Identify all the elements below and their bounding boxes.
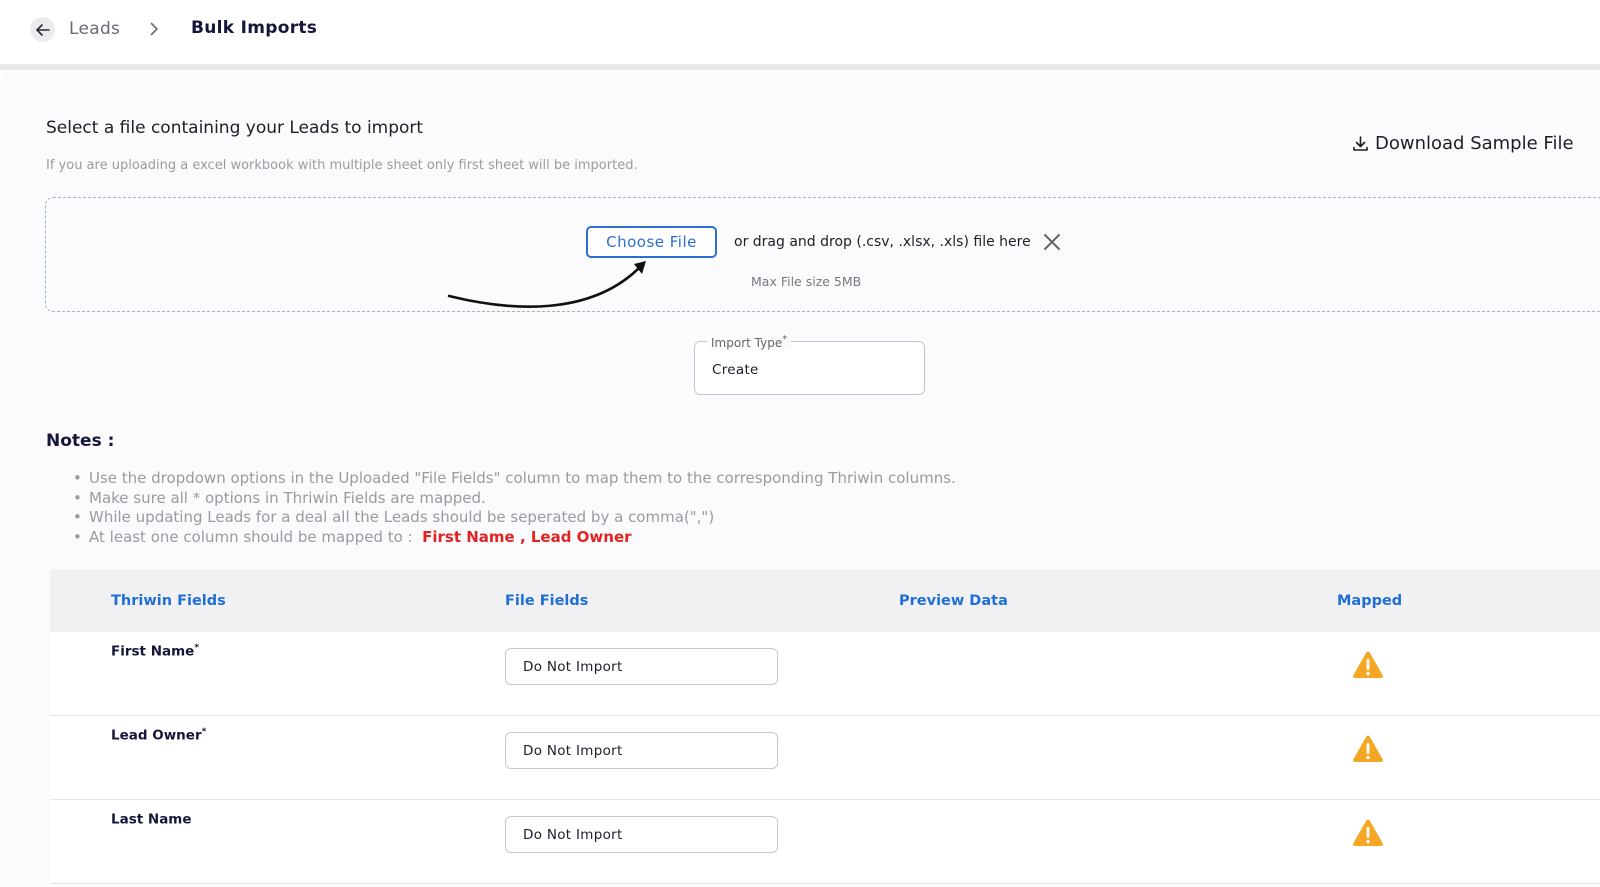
arrow-left-icon: [35, 23, 50, 36]
list-item: While updating Leads for a deal all the …: [73, 508, 956, 528]
download-sample-label: Download Sample File: [1375, 133, 1574, 154]
pointer-arrow: [447, 261, 646, 308]
import-type-value: Create: [712, 362, 759, 378]
download-sample-button[interactable]: Download Sample File: [1352, 133, 1574, 154]
page-title: Bulk Imports: [191, 18, 318, 38]
import-type-select[interactable]: Import Type* Create: [694, 334, 925, 395]
file-dropzone[interactable]: [45, 197, 1600, 312]
upload-title: Select a file containing your Leads to i…: [46, 118, 424, 138]
list-item: Use the dropdown options in the Uploaded…: [73, 469, 956, 489]
field-name: Last Name: [111, 811, 192, 828]
list-item: Make sure all * options in Thriwin Field…: [73, 489, 956, 509]
file-field-select[interactable]: Do Not Import: [505, 648, 778, 685]
field-mapping-table: Thriwin Fields File Fields Preview Data …: [50, 570, 1600, 884]
column-header-mapped: Mapped: [1337, 593, 1403, 609]
choose-file-button[interactable]: Choose File: [586, 226, 717, 258]
top-bar: Leads Bulk Imports: [0, 0, 1600, 70]
file-field-select[interactable]: Do Not Import: [505, 816, 778, 853]
required-fields-text: First Name , Lead Owner: [422, 527, 632, 546]
max-file-size: Max File size 5MB: [751, 274, 862, 289]
warning-icon: [1353, 735, 1383, 762]
field-name: First Name*: [111, 643, 200, 660]
download-icon: [1353, 136, 1368, 151]
drag-drop-text: or drag and drop (.csv, .xlsx, .xls) fil…: [734, 234, 1031, 250]
field-name: Lead Owner*: [111, 727, 207, 744]
column-header-thriwin-fields: Thriwin Fields: [111, 593, 226, 609]
list-item: At least one column should be mapped to …: [73, 527, 956, 548]
upload-hint: If you are uploading a excel workbook wi…: [46, 158, 638, 173]
import-type-label: Import Type*: [707, 334, 792, 350]
notes-list: Use the dropdown options in the Uploaded…: [73, 469, 956, 548]
column-header-preview-data: Preview Data: [899, 593, 1008, 609]
table-header: Thriwin Fields File Fields Preview Data …: [50, 570, 1600, 632]
chevron-right-icon: [150, 21, 159, 40]
warning-icon: [1353, 651, 1383, 678]
breadcrumb-leads[interactable]: Leads: [69, 19, 120, 39]
table-row: First Name* Do Not Import: [50, 632, 1600, 716]
file-field-select[interactable]: Do Not Import: [505, 732, 778, 769]
column-header-file-fields: File Fields: [505, 593, 589, 609]
close-icon[interactable]: [1043, 233, 1061, 251]
back-button[interactable]: [30, 17, 55, 42]
notes-title: Notes :: [46, 431, 115, 451]
table-row: Last Name Do Not Import: [50, 800, 1600, 884]
table-row: Lead Owner* Do Not Import: [50, 716, 1600, 800]
warning-icon: [1353, 819, 1383, 846]
